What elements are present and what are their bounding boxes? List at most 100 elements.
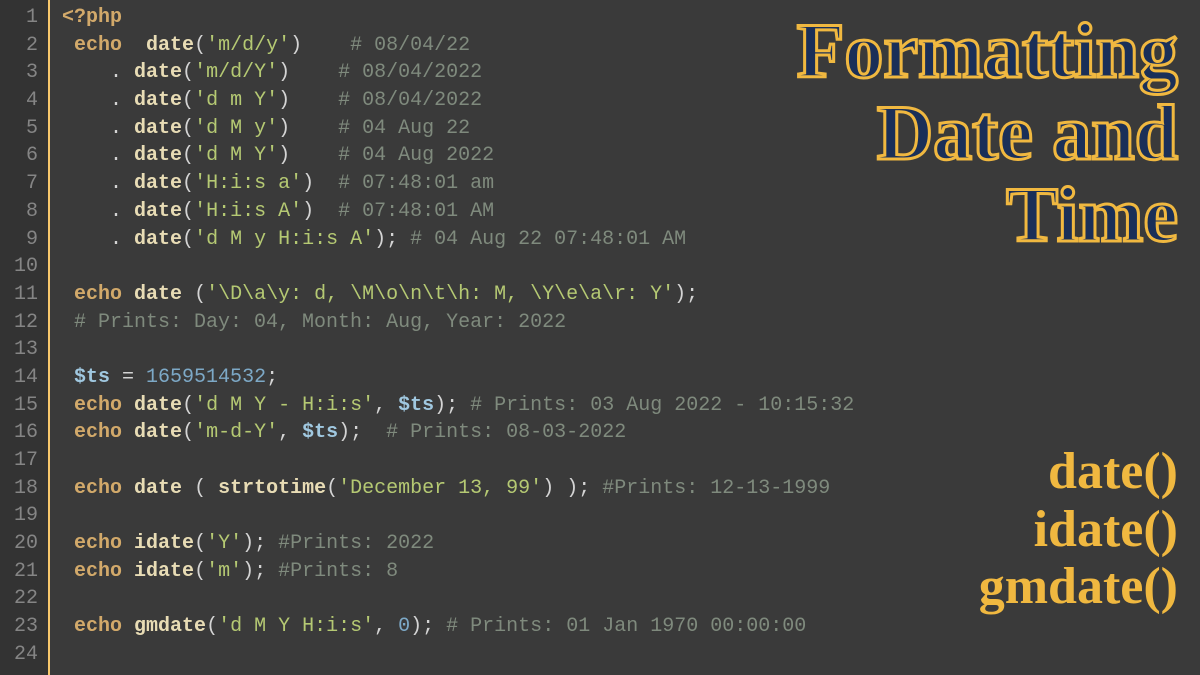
fn: date	[134, 421, 182, 444]
space	[182, 283, 194, 306]
code-line: echo gmdate('d M Y H:i:s', 0); # Prints:…	[62, 613, 1200, 641]
comment: #Prints: 8	[278, 560, 398, 583]
title-line-1: Formatting	[797, 10, 1178, 92]
lineno: 9	[0, 226, 38, 254]
op: )	[290, 34, 302, 57]
string: '\D\a\y: d, \M\o\n\t\h: M, \Y\e\a\r: Y'	[206, 283, 674, 306]
string: 'd M Y H:i:s'	[218, 615, 374, 638]
indent	[62, 200, 110, 223]
string: 'd M Y'	[194, 144, 278, 167]
comment: #Prints: 2022	[278, 532, 434, 555]
lineno: 18	[0, 475, 38, 503]
lineno: 10	[0, 253, 38, 281]
op: );	[338, 421, 362, 444]
indent	[62, 228, 110, 251]
comment: # Prints: 01 Jan 1970 00:00:00	[446, 615, 806, 638]
lineno: 23	[0, 613, 38, 641]
function-date: date()	[979, 443, 1178, 500]
indent	[62, 89, 110, 112]
op: (	[194, 34, 206, 57]
indent	[62, 61, 110, 84]
op: =	[110, 366, 146, 389]
fn: date	[134, 144, 182, 167]
comment: # Prints: 03 Aug 2022 - 10:15:32	[470, 394, 854, 417]
lineno: 16	[0, 419, 38, 447]
keyword: echo	[74, 421, 122, 444]
comment: # 04 Aug 22 07:48:01 AM	[410, 228, 686, 251]
space	[122, 421, 134, 444]
space	[122, 394, 134, 417]
fn: gmdate	[134, 615, 206, 638]
comment: # 08/04/2022	[338, 61, 482, 84]
lineno: 20	[0, 530, 38, 558]
function-idate: idate()	[979, 501, 1178, 558]
op: );	[434, 394, 458, 417]
dot: .	[110, 144, 134, 167]
comment: # 07:48:01 AM	[338, 200, 494, 223]
space	[182, 477, 194, 500]
string: 'd M y H:i:s A'	[194, 228, 374, 251]
op: )	[278, 61, 290, 84]
op: (	[194, 477, 218, 500]
lineno: 2	[0, 32, 38, 60]
op: ,	[374, 615, 398, 638]
string: 'H:i:s a'	[194, 172, 302, 195]
op: (	[194, 532, 206, 555]
fn: date	[134, 172, 182, 195]
fn: date	[134, 200, 182, 223]
keyword: echo	[74, 283, 122, 306]
keyword: echo	[74, 615, 122, 638]
space	[434, 615, 446, 638]
dot: .	[110, 172, 134, 195]
op: (	[182, 172, 194, 195]
lineno: 12	[0, 309, 38, 337]
comment: # Prints: Day: 04, Month: Aug, Year: 202…	[74, 311, 566, 334]
space	[266, 532, 278, 555]
op: (	[182, 200, 194, 223]
comment: #Prints: 12-13-1999	[602, 477, 830, 500]
fn: date	[134, 89, 182, 112]
dot: .	[110, 61, 134, 84]
string: 'd M Y - H:i:s'	[194, 394, 374, 417]
space	[266, 560, 278, 583]
string: 'm'	[206, 560, 242, 583]
space	[314, 200, 338, 223]
space	[122, 560, 134, 583]
indent	[62, 117, 110, 140]
string: 'Y'	[206, 532, 242, 555]
dot: .	[110, 117, 134, 140]
op: (	[182, 89, 194, 112]
title-line-2: Date and	[797, 92, 1178, 174]
op: );	[374, 228, 398, 251]
space	[458, 394, 470, 417]
lineno: 11	[0, 281, 38, 309]
lineno: 14	[0, 364, 38, 392]
code-line: echo date('d M Y - H:i:s', $ts); # Print…	[62, 392, 1200, 420]
string: 'H:i:s A'	[194, 200, 302, 223]
op: ,	[374, 394, 398, 417]
code-line-blank	[62, 641, 1200, 669]
page-title: Formatting Date and Time	[797, 10, 1178, 256]
dot: .	[110, 200, 134, 223]
keyword: echo	[74, 394, 122, 417]
comment: # 04 Aug 22	[338, 117, 470, 140]
variable: $ts	[74, 366, 110, 389]
op: (	[182, 394, 194, 417]
lineno: 17	[0, 447, 38, 475]
lineno: 21	[0, 558, 38, 586]
op: ,	[278, 421, 302, 444]
lineno: 1	[0, 4, 38, 32]
php-tag: <?php	[62, 6, 122, 29]
number: 1659514532	[146, 366, 266, 389]
code-line: $ts = 1659514532;	[62, 364, 1200, 392]
fn: strtotime	[218, 477, 326, 500]
fn: date	[134, 477, 182, 500]
lineno: 7	[0, 170, 38, 198]
string: 'd M y'	[194, 117, 278, 140]
keyword: echo	[74, 532, 122, 555]
space	[314, 172, 338, 195]
string: 'm-d-Y'	[194, 421, 278, 444]
op: (	[194, 560, 206, 583]
op: );	[242, 560, 266, 583]
indent	[62, 172, 110, 195]
